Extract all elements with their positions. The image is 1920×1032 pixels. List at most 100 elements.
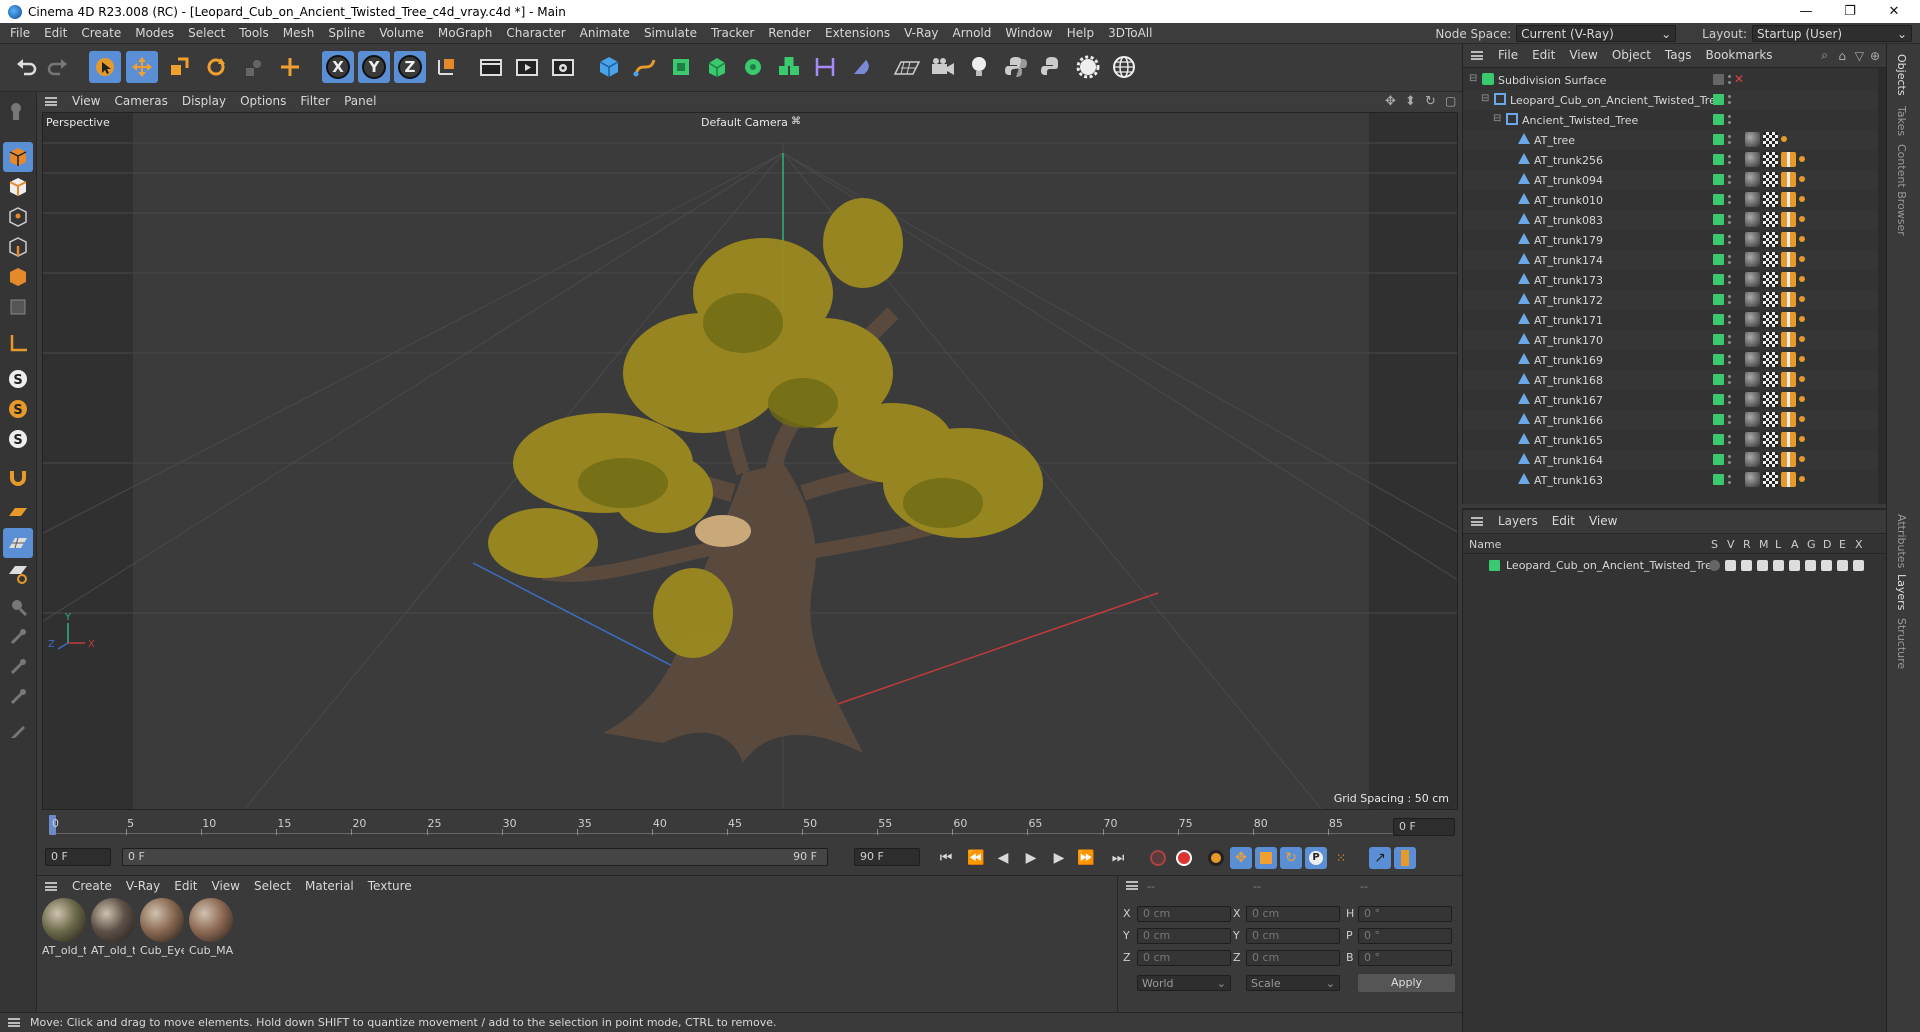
key-scale-icon[interactable] (1255, 847, 1277, 869)
material-menu-create[interactable]: Create (65, 876, 119, 897)
uvw-tag-icon[interactable] (1763, 252, 1778, 267)
menu-mesh[interactable]: Mesh (276, 23, 322, 44)
material-tag-icon[interactable] (1745, 172, 1760, 187)
object-name[interactable]: Leopard_Cub_on_Ancient_Twisted_Tree (1510, 94, 1723, 107)
menu-create[interactable]: Create (74, 23, 128, 44)
object-row[interactable]: AT_tree (1463, 130, 1887, 150)
new-window-icon[interactable]: ⊕ (1870, 49, 1880, 63)
coord-system-dropdown[interactable]: World ⌄ (1137, 975, 1231, 991)
uvw-tag-icon[interactable] (1763, 352, 1778, 367)
layer-flag-l-icon[interactable] (1773, 560, 1784, 571)
menu-render[interactable]: Render (761, 23, 818, 44)
visibility-dots-icon[interactable] (1728, 154, 1731, 165)
deformer-bend-icon[interactable] (809, 51, 841, 83)
node-space-dropdown[interactable]: Current (V-Ray) ⌄ (1516, 25, 1677, 42)
layer-color-swatch[interactable] (1713, 134, 1724, 145)
menu-simulate[interactable]: Simulate (637, 23, 704, 44)
snap-settings-icon[interactable]: S (3, 394, 33, 424)
timeline-film-icon[interactable] (1394, 847, 1416, 869)
object-row[interactable]: AT_trunk083 (1463, 210, 1887, 230)
coordinates-menu-icon[interactable] (1126, 881, 1138, 890)
key-parameter-icon[interactable]: P (1305, 847, 1327, 869)
menu-mograph[interactable]: MoGraph (431, 23, 500, 44)
layers-menu-edit[interactable]: Edit (1545, 511, 1582, 532)
timeline-sound-icon[interactable]: ↗ (1369, 847, 1391, 869)
timeline-ruler[interactable]: 051015202530354045505560657075808590 0 F (37, 812, 1462, 844)
layer-flag-m-icon[interactable] (1757, 560, 1768, 571)
key-rotation-icon[interactable]: ↻ (1280, 847, 1302, 869)
python-plugin-icon[interactable] (1036, 51, 1068, 83)
light-object-icon[interactable] (963, 51, 995, 83)
visibility-dots-icon[interactable] (1728, 294, 1731, 305)
visibility-dots-icon[interactable] (1728, 334, 1731, 345)
material-menu-vray[interactable]: V-Ray (119, 876, 167, 897)
object-row[interactable]: ⊟ Leopard_Cub_on_Ancient_Twisted_Tree (1463, 90, 1887, 110)
uvw-tag-icon[interactable] (1763, 152, 1778, 167)
object-name[interactable]: AT_trunk168 (1534, 374, 1603, 387)
status-menu-icon[interactable] (8, 1018, 20, 1027)
previous-frame-icon[interactable]: ◀ (992, 847, 1014, 869)
material-tag-icon[interactable] (1745, 412, 1760, 427)
visibility-dots-icon[interactable] (1728, 214, 1731, 225)
phong-tag-icon[interactable] (1799, 296, 1805, 302)
viewport-pan-icon[interactable]: ✥ (1385, 94, 1396, 109)
visibility-dots-icon[interactable] (1728, 134, 1731, 145)
material-swatch[interactable]: AT_old_t (91, 898, 135, 960)
render-view-icon[interactable] (475, 51, 507, 83)
object-row[interactable]: AT_trunk173 (1463, 270, 1887, 290)
grid-workplane-icon[interactable] (3, 528, 33, 558)
layer-color-swatch[interactable] (1713, 434, 1724, 445)
menu-animate[interactable]: Animate (573, 23, 637, 44)
scale-tool-icon[interactable] (163, 51, 195, 83)
layers-menu-view[interactable]: View (1582, 511, 1624, 532)
material-tag-icon[interactable] (1745, 432, 1760, 447)
coord-value-field[interactable]: 0 cm (1246, 928, 1340, 944)
menu-extensions[interactable]: Extensions (818, 23, 897, 44)
restore-icon[interactable]: ❐ (1828, 0, 1872, 23)
menu-file[interactable]: File (3, 23, 37, 44)
generator-disabled-icon[interactable]: ✕ (1734, 72, 1744, 86)
play-icon[interactable]: ▶ (1020, 847, 1042, 869)
object-row[interactable]: AT_trunk169 (1463, 350, 1887, 370)
coord-value-field[interactable]: 0 ° (1358, 906, 1452, 922)
next-frame-icon[interactable]: ▶ (1048, 847, 1070, 869)
object-name[interactable]: AT_trunk094 (1534, 174, 1603, 187)
visibility-dots-icon[interactable] (1728, 194, 1731, 205)
phong-tag-icon[interactable] (1799, 456, 1805, 462)
key-position-icon[interactable]: ✥ (1230, 847, 1252, 869)
selection-tag-icon[interactable] (1781, 252, 1796, 267)
material-tag-icon[interactable] (1745, 132, 1760, 147)
camera-link-icon[interactable]: ⌘ (791, 116, 801, 127)
phong-tag-icon[interactable] (1799, 176, 1805, 182)
layer-color-swatch[interactable] (1489, 560, 1500, 571)
tab-objects[interactable]: Objects (1895, 54, 1908, 96)
viewport-menu-filter[interactable]: Filter (293, 91, 337, 112)
material-tag-icon[interactable] (1745, 212, 1760, 227)
go-to-end-icon[interactable]: ⏭ (1107, 847, 1129, 869)
phong-tag-icon[interactable] (1799, 396, 1805, 402)
phong-tag-icon[interactable] (1799, 256, 1805, 262)
visibility-dots-icon[interactable] (1728, 94, 1731, 105)
object-name[interactable]: AT_trunk010 (1534, 194, 1603, 207)
selection-tag-icon[interactable] (1781, 412, 1796, 427)
phong-tag-icon[interactable] (1799, 356, 1805, 362)
uvw-tag-icon[interactable] (1763, 192, 1778, 207)
frame-range-slider[interactable]: 0 F 90 F (122, 848, 828, 866)
object-row[interactable]: ⊟ Ancient_Twisted_Tree (1463, 110, 1887, 130)
z-axis-lock-icon[interactable]: Z (394, 51, 426, 83)
rotate-tool-icon[interactable] (200, 51, 232, 83)
selection-tag-icon[interactable] (1781, 352, 1796, 367)
layer-color-swatch[interactable] (1713, 234, 1724, 245)
viewport-menu-cameras[interactable]: Cameras (107, 91, 174, 112)
menu-character[interactable]: Character (499, 23, 572, 44)
object-name[interactable]: AT_trunk171 (1534, 314, 1603, 327)
point-mode-icon[interactable] (3, 202, 33, 232)
coord-value-field[interactable]: 0 ° (1358, 950, 1452, 966)
menu-help[interactable]: Help (1060, 23, 1101, 44)
select-tool-icon[interactable] (89, 51, 121, 83)
next-key-icon[interactable]: ⏩ (1075, 847, 1097, 869)
search-icon[interactable]: ⌕ (1821, 48, 1828, 63)
menu-select[interactable]: Select (181, 23, 232, 44)
selection-tag-icon[interactable] (1781, 292, 1796, 307)
tab-attributes[interactable]: Attributes (1895, 514, 1908, 568)
